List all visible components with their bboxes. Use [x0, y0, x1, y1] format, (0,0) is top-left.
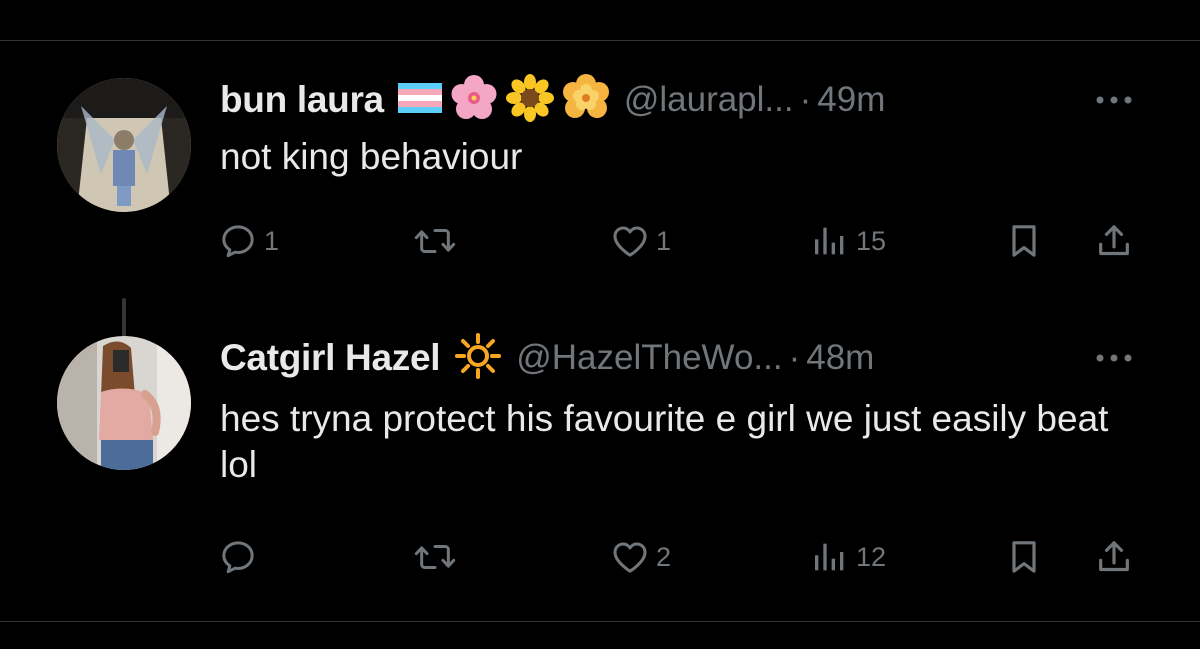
- timestamp[interactable]: 48m: [806, 338, 874, 378]
- username-handle[interactable]: @HazelTheWo...: [516, 338, 782, 378]
- trans-flag-icon: [397, 82, 442, 118]
- username-handle[interactable]: @laurapl...: [624, 80, 794, 120]
- more-options-icon[interactable]: [1090, 90, 1138, 110]
- top-divider: [0, 40, 1200, 41]
- views-chart-icon: [815, 227, 844, 255]
- blossom-icon: [562, 73, 610, 127]
- name-emojis: [397, 73, 618, 127]
- heart-icon: [613, 542, 647, 573]
- name-emojis: [454, 332, 510, 385]
- reply-count: 1: [264, 225, 280, 256]
- share-icon: [1099, 225, 1129, 256]
- share-icon: [1099, 541, 1129, 572]
- more-options-icon[interactable]: [1090, 348, 1138, 368]
- share-button[interactable]: [1094, 532, 1134, 582]
- bookmark-icon: [1012, 225, 1036, 257]
- retweet-icon: [414, 229, 456, 253]
- sun-emoji-icon: [454, 332, 502, 385]
- heart-icon: [613, 226, 647, 257]
- avatar[interactable]: [57, 78, 191, 212]
- bookmark-button[interactable]: [1004, 216, 1044, 266]
- bottom-divider: [0, 621, 1200, 622]
- reply-button[interactable]: 1: [218, 216, 279, 266]
- reply-icon: [222, 225, 254, 258]
- view-count: 12: [856, 541, 887, 572]
- share-button[interactable]: [1094, 216, 1134, 266]
- view-count: 15: [856, 225, 887, 256]
- timestamp[interactable]: 49m: [817, 80, 885, 120]
- like-button[interactable]: 1: [610, 216, 671, 266]
- tweet-text: hes tryna protect his favourite e girl w…: [220, 398, 1109, 485]
- tweet-header: Catgirl Hazel @HazelTheWo... · 48m: [220, 332, 874, 384]
- bookmark-button[interactable]: [1004, 532, 1044, 582]
- separator-dot: ·: [788, 338, 801, 377]
- tweet-actions: 2 12: [0, 532, 1200, 582]
- tweet-actions: 1 1 15: [0, 216, 1200, 266]
- separator-dot: ·: [799, 80, 812, 119]
- retweet-button[interactable]: [413, 216, 463, 266]
- display-name[interactable]: Catgirl Hazel: [220, 337, 441, 379]
- display-name[interactable]: bun laura: [220, 79, 384, 121]
- like-button[interactable]: 2: [610, 532, 671, 582]
- like-count: 1: [656, 225, 672, 256]
- cherry-blossom-icon: [450, 74, 498, 127]
- views-button[interactable]: 15: [810, 216, 886, 266]
- retweet-icon: [414, 545, 456, 569]
- retweet-button[interactable]: [413, 532, 463, 582]
- views-chart-icon: [815, 543, 844, 571]
- sunflower-icon: [505, 73, 554, 127]
- reply-icon: [222, 541, 254, 574]
- views-button[interactable]: 12: [810, 532, 886, 582]
- avatar[interactable]: [57, 336, 191, 470]
- bookmark-icon: [1012, 541, 1036, 573]
- like-count: 2: [656, 541, 672, 572]
- reply-button[interactable]: [218, 532, 264, 582]
- tweet-text: not king behaviour: [220, 136, 523, 177]
- tweet-header: bun laura @laurapl... · 49m: [220, 73, 885, 127]
